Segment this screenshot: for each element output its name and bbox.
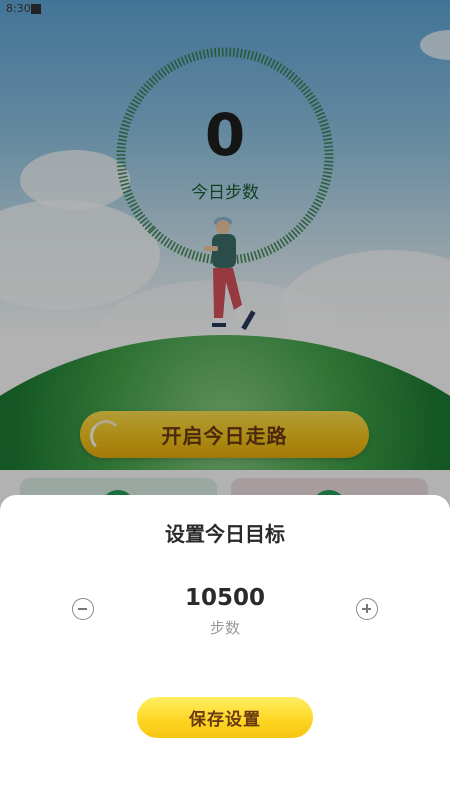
status-bar: 8:30 (0, 0, 450, 20)
status-time: 8:30 (6, 2, 31, 15)
walking-app: 8:30 0 今日步数 开启今日走路 设置今日目标 10500 步数 保存设置 (0, 0, 450, 800)
goal-bottom-sheet: 设置今日目标 10500 步数 保存设置 (0, 495, 450, 800)
goal-value: 10500 (184, 585, 266, 611)
save-settings-button[interactable]: 保存设置 (137, 697, 313, 738)
notification-icon (31, 4, 41, 14)
save-settings-label: 保存设置 (189, 710, 261, 730)
plus-circle-icon[interactable] (356, 598, 378, 620)
goal-unit: 步数 (209, 619, 240, 637)
sheet-title: 设置今日目标 (165, 522, 285, 546)
